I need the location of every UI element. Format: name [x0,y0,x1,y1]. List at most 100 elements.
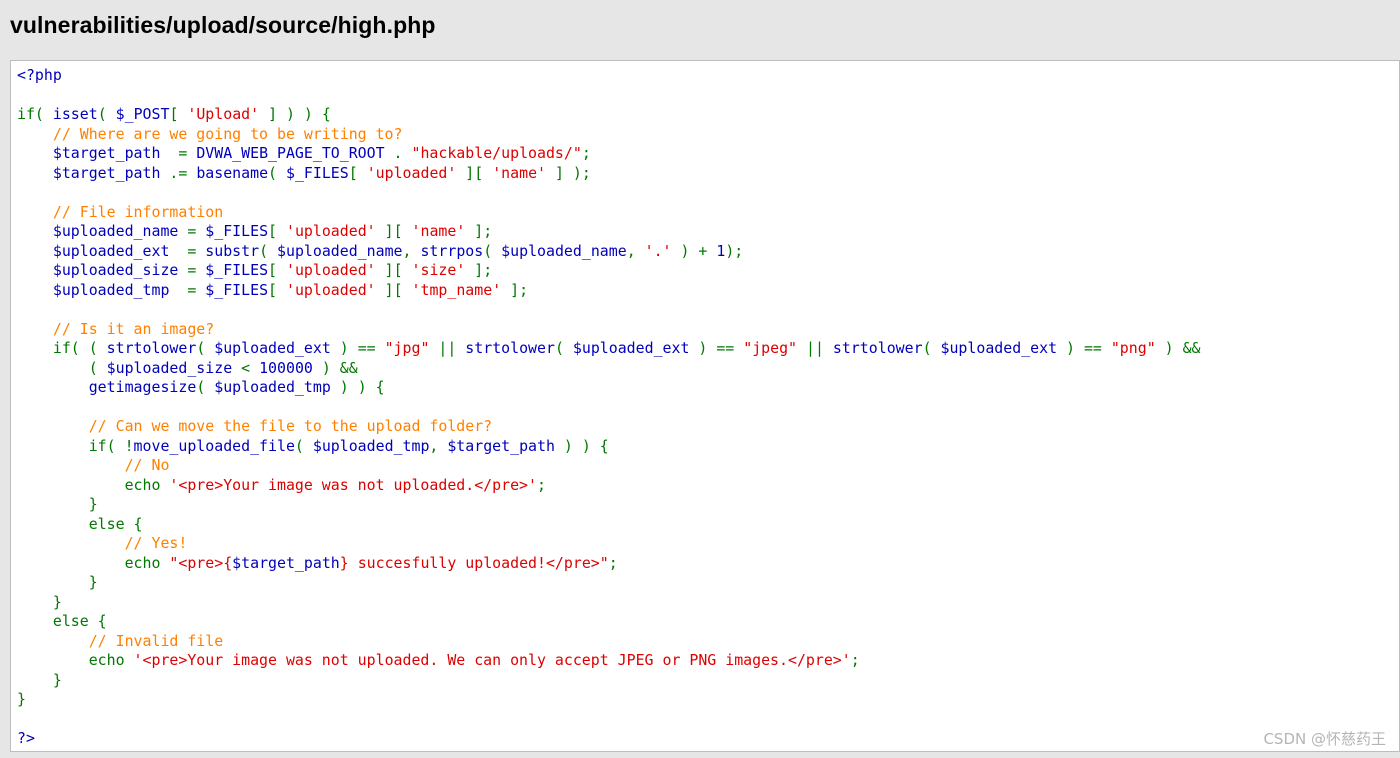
code-token-comment: // Can we move the file to the upload fo… [17,417,493,435]
code-line: } [17,495,1201,515]
code-token-keyword: ) && [321,358,358,377]
code-token-string: "jpg" [384,339,430,357]
code-token-keyword: ) == [339,339,385,357]
code-token-default: move_uploaded_file [133,436,295,455]
code-token-keyword: = [187,280,206,299]
code-token-keyword: else { [17,612,107,630]
code-token-comment: // Where are we going to be writing to? [17,124,403,143]
code-token-string: 'tmp_name' [411,280,502,299]
code-token-default: $uploaded_size [17,261,188,279]
code-token-keyword: ( [196,378,215,396]
code-token-string: 'uploaded' [366,163,457,182]
code-token-keyword: echo [17,475,170,494]
page-title: vulnerabilities/upload/source/high.php [10,12,436,38]
code-token-default: $uploaded_ext [572,339,699,357]
code-token-default: ?> [17,729,35,747]
code-token-keyword: ( [97,105,116,123]
code-token-default: $uploaded_name [277,241,403,260]
code-token-string: "hackable/uploads/" [411,144,582,162]
code-token-keyword: = [178,144,197,162]
code-token-keyword: ( [196,339,215,357]
code-token-keyword: ( [554,339,573,357]
code-line: // Can we move the file to the upload fo… [17,417,1201,437]
code-token-keyword: ( [268,163,286,182]
code-token-keyword: ] ); [546,163,591,182]
code-token-keyword: if( [17,105,53,123]
code-token-keyword: = [187,241,206,260]
code-token-keyword: ; [850,651,860,669]
code-token-keyword: ]; [501,280,529,299]
code-line: getimagesize( $uploaded_tmp ) ) { [17,378,1201,398]
code-token-keyword: else { [17,514,143,533]
code-token-keyword: ( [922,339,941,357]
code-token-default: strtolower [106,339,197,357]
code-line: // Is it an image? [17,320,1201,340]
watermark: CSDN @怀慈药王 [1263,730,1386,748]
code-token-default: DVWA_WEB_PAGE_TO_ROOT [196,144,394,162]
code-token-string: } succesfully uploaded!</pre>" [339,553,609,572]
code-token-default: $_FILES [285,163,349,182]
code-token-keyword: [ [169,105,188,123]
code-token-default: $target_path [17,163,170,182]
code-token-keyword: } [17,670,62,689]
code-token-default: $uploaded_ext [940,339,1067,357]
code-token-comment: // Invalid file [17,631,224,650]
code-token-default: $uploaded_tmp [17,280,188,299]
code-token-keyword: [ [268,222,286,240]
code-line: $uploaded_tmp = $_FILES[ 'uploaded' ][ '… [17,281,1201,301]
code-token-default: <?php [17,66,62,84]
code-token-keyword: ] ) ) { [259,105,331,123]
code-token-keyword: if( ! [17,436,134,455]
code-line: $uploaded_ext = substr( $uploaded_name, … [17,242,1201,262]
code-token-string: 'uploaded' [285,222,376,240]
code-token-keyword: ]; [465,261,493,279]
code-token-keyword: ][ [456,163,493,182]
code-token-string: 'name' [411,222,466,240]
code-token-keyword: , [626,241,645,260]
code-token-default: $uploaded_name [501,241,627,260]
code-token-keyword: < [241,358,260,377]
code-token-string: 'uploaded' [285,280,376,299]
code-line: else { [17,515,1201,535]
code-token-string: "<pre>{ [169,553,233,572]
code-token-keyword: ( [17,358,107,377]
code-token-keyword: [ [268,280,286,299]
code-token-keyword: ) ) { [339,378,385,396]
code-token-keyword: , [402,241,421,260]
code-token-default: strtolower [832,339,923,357]
code-token-default: $_FILES [205,280,269,299]
code-token-keyword: || [797,339,833,357]
code-line: // File information [17,203,1201,223]
code-token-string: "jpeg" [743,339,798,357]
code-token-keyword: ) && [1155,339,1201,357]
code-token-keyword: ) ) { [563,436,609,455]
code-token-keyword: [ [348,163,367,182]
code-token-default: 1 [716,241,726,260]
code-token-default: 100000 [259,358,322,377]
code-line: // Invalid file [17,632,1201,652]
code-token-keyword: ) + [671,241,717,260]
code-line: $uploaded_name = $_FILES[ 'uploaded' ][ … [17,222,1201,242]
code-line: $target_path .= basename( $_FILES[ 'uplo… [17,164,1201,184]
code-token-string: 'size' [411,261,466,279]
code-token-keyword: ( [483,241,502,260]
code-token-comment: // Yes! [17,534,188,552]
code-token-string: "png" [1110,339,1156,357]
code-token-keyword: } [17,495,98,513]
code-token-keyword: ) == [1066,339,1111,357]
code-line: $uploaded_size = $_FILES[ 'uploaded' ][ … [17,261,1201,281]
code-token-keyword: } [17,573,98,591]
code-token-default: getimagesize [17,378,197,396]
code-token-keyword: ][ [375,280,412,299]
code-line: if( isset( $_POST[ 'Upload' ] ) ) { [17,105,1201,125]
code-token-default: $_FILES [205,261,269,279]
code-token-keyword: } [17,690,26,708]
code-token-string: 'uploaded' [285,261,376,279]
code-line: ?> [17,729,1201,749]
code-token-keyword: . [393,144,412,162]
code-token-keyword: ( [294,436,313,455]
code-token-keyword: = [187,222,206,240]
